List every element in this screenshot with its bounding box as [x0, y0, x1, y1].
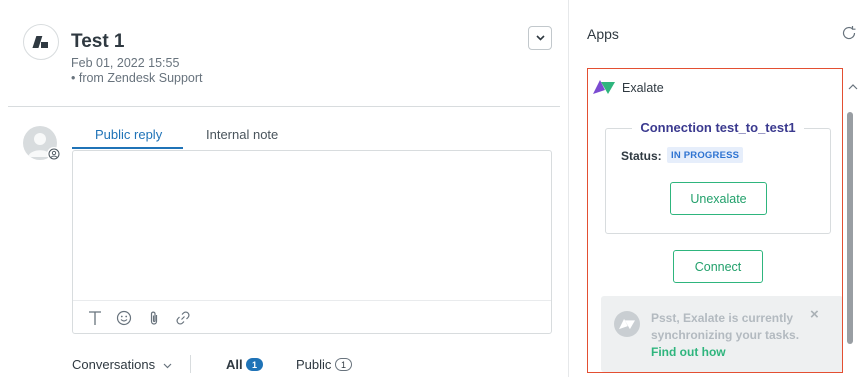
apps-title: Apps: [587, 26, 619, 42]
scrollbar[interactable]: [847, 112, 853, 344]
sync-info-banner: Psst, Exalate is currently synchronizing…: [601, 296, 842, 372]
connection-title: Connection test_to_test1: [605, 120, 831, 135]
ticket-source: • from Zendesk Support: [71, 71, 203, 85]
banner-text: Psst, Exalate is currently synchronizing…: [651, 311, 800, 359]
find-out-how-link[interactable]: Find out how: [651, 345, 726, 359]
ticket-title: Test 1: [71, 31, 125, 52]
chevron-up-icon[interactable]: [847, 80, 859, 92]
status-label: Status:: [621, 149, 662, 163]
ticket-pane: Test 1 Feb 01, 2022 15:55 • from Zendesk…: [0, 0, 568, 377]
reply-textarea[interactable]: [73, 151, 551, 299]
exalate-muted-logo-icon: [614, 311, 640, 337]
chevron-down-icon: [163, 363, 172, 368]
ticket-date: Feb 01, 2022 15:55: [71, 56, 180, 70]
filter-all-count: 1: [246, 358, 263, 371]
apps-sidebar: Apps Exalate Connection test_to_test1 St…: [568, 0, 861, 377]
emoji-icon[interactable]: [115, 309, 133, 327]
reply-editor: [72, 150, 552, 334]
connection-card: [605, 128, 831, 234]
conversations-dropdown[interactable]: Conversations: [72, 357, 172, 372]
refresh-icon[interactable]: [841, 25, 857, 41]
ticket-options-button[interactable]: [528, 26, 552, 50]
attachment-icon[interactable]: [145, 309, 163, 327]
status-badge: IN PROGRESS: [667, 147, 744, 163]
conversations-label: Conversations: [72, 357, 156, 372]
chevron-down-icon: [535, 35, 545, 41]
exalate-app-frame: Exalate Connection test_to_test1 Status:…: [587, 68, 843, 373]
active-tab-indicator: [72, 147, 183, 149]
connect-button[interactable]: Connect: [673, 250, 763, 283]
text-format-icon[interactable]: [86, 309, 104, 327]
close-icon[interactable]: ×: [810, 306, 819, 323]
unexalate-button[interactable]: Unexalate: [670, 182, 767, 215]
agent-user-icon: [47, 147, 61, 161]
tab-internal-note[interactable]: Internal note: [206, 127, 278, 142]
filter-all[interactable]: All: [226, 357, 243, 372]
conversations-separator: [190, 355, 191, 373]
exalate-logo-icon: [593, 79, 615, 95]
app-name: Exalate: [622, 81, 664, 95]
zendesk-logo-icon: [23, 24, 59, 60]
filter-public[interactable]: Public: [296, 357, 331, 372]
tab-public-reply[interactable]: Public reply: [95, 127, 162, 142]
editor-toolbar: [73, 300, 551, 334]
header-divider: [8, 106, 560, 107]
link-icon[interactable]: [174, 309, 192, 327]
filter-public-count: 1: [335, 358, 352, 371]
